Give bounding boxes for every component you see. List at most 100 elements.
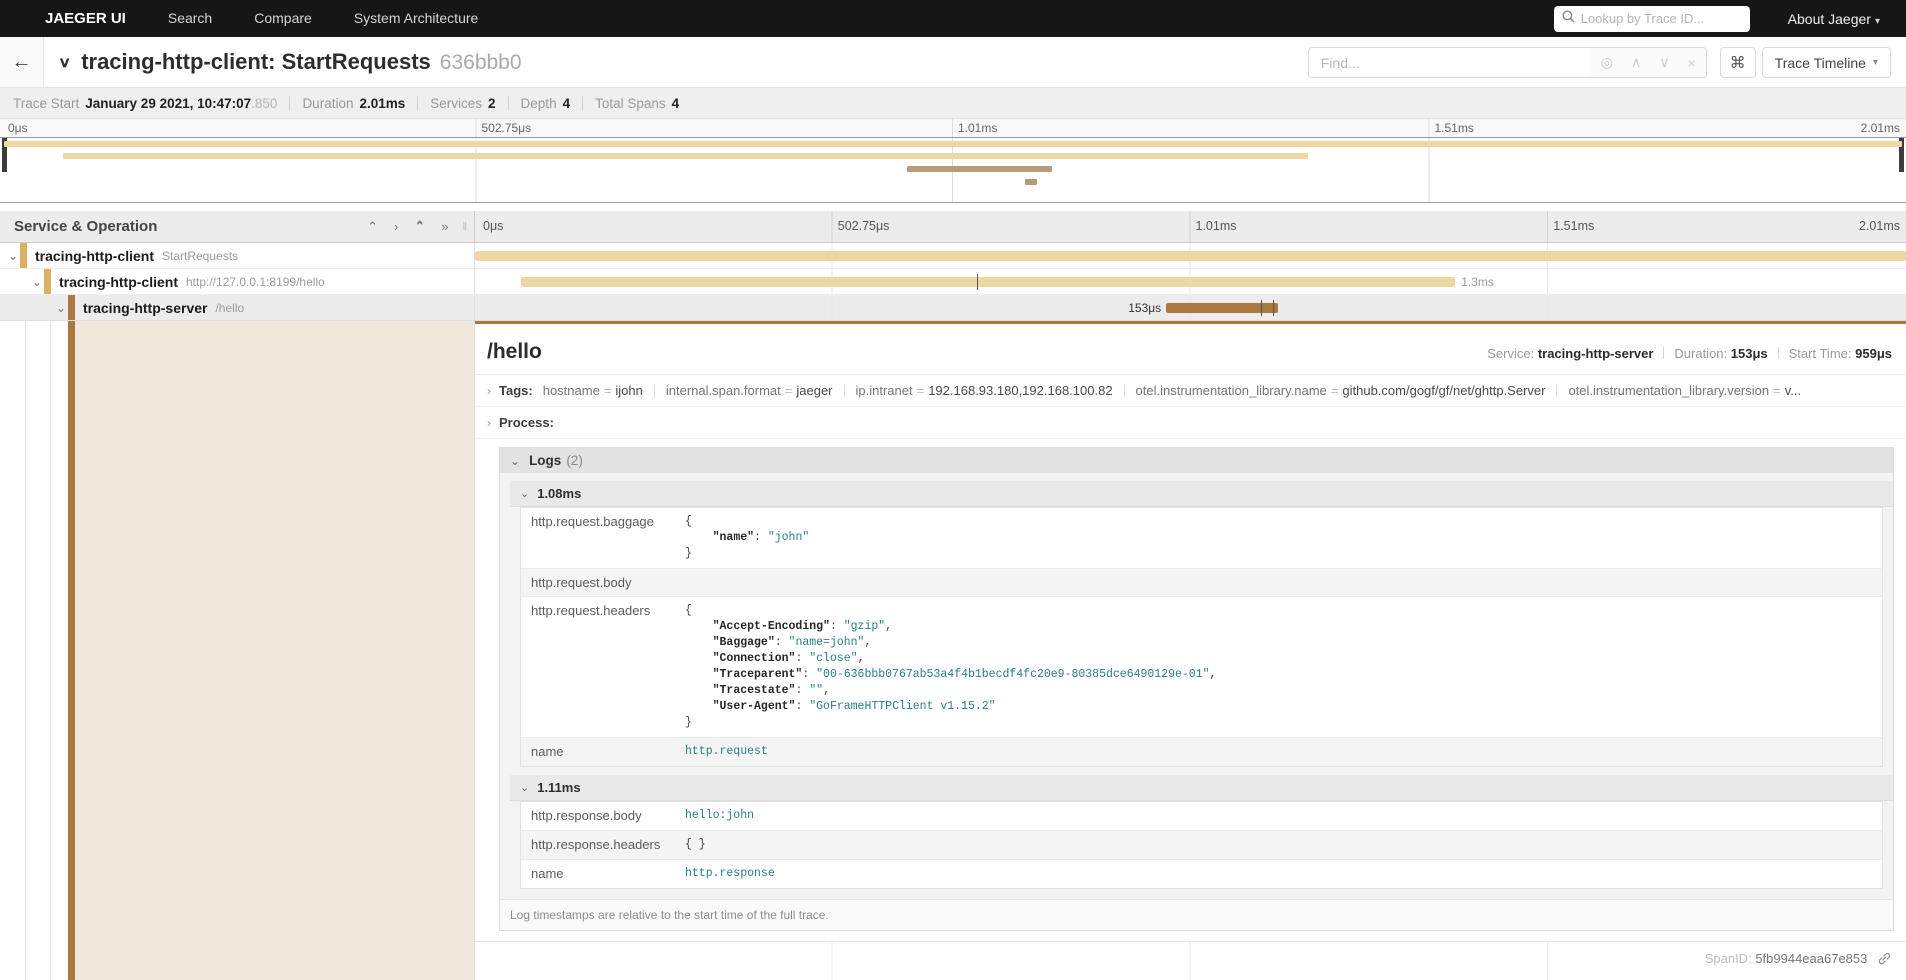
minimap-canvas[interactable] (0, 137, 1906, 203)
collapse-one-icon[interactable]: ⌃︎ (367, 219, 378, 235)
span-service-name: tracing-http-server (83, 300, 207, 316)
span-log-marker (1261, 300, 1262, 316)
span-duration-label: 1.3ms (1461, 275, 1494, 289)
span-row[interactable]: ⌄ tracing-http-server/hello 153μs (0, 295, 1906, 321)
span-detail-row: /hello Service: tracing-http-serverDurat… (0, 321, 1906, 980)
chevron-right-icon: › (487, 384, 491, 398)
log-field-key: http.response.body (521, 802, 681, 830)
time-tick-label: 2.01ms (1861, 121, 1900, 135)
json-key: "Accept-Encoding" (713, 620, 830, 633)
chevron-down-icon[interactable]: ⌄ (30, 275, 44, 289)
log-entry: ⌄1.11mshttp.response.bodyhello:johnhttp.… (500, 775, 1893, 889)
clear-find-icon[interactable]: × (1687, 55, 1695, 71)
tag-equals: = (1331, 383, 1339, 398)
trace-id-input[interactable] (1581, 11, 1742, 26)
span-id-value: 5fb9944eaa67e853 (1755, 951, 1867, 966)
summary-item: Duration2.01ms (302, 96, 405, 111)
prev-match-icon[interactable]: ∧ (1631, 54, 1641, 71)
summary-item: Total Spans 4 (595, 96, 679, 111)
nav-item-search[interactable]: Search (168, 10, 212, 26)
chevron-down-icon: ▾ (1873, 57, 1878, 68)
nav-item-system-architecture[interactable]: System Architecture (354, 10, 479, 26)
service-operation-header: Service & Operation (14, 218, 351, 235)
nav-items: Search Compare System Architecture (126, 10, 1554, 28)
tag-key: hostname (543, 383, 600, 398)
span-row[interactable]: ⌄tracing-http-clienthttp://127.0.0.1:819… (0, 269, 1906, 295)
span-meta: Service: tracing-http-serverDuration: 15… (1487, 346, 1892, 361)
summary-item: Services 2 (430, 96, 495, 111)
logs-footer-note: Log timestamps are relative to the start… (500, 899, 1893, 930)
selected-span-fill (75, 321, 474, 980)
minimap-span-bar (63, 153, 1308, 159)
top-nav: JAEGER UI Search Compare System Architectu… (0, 0, 1906, 37)
span-operation-title: /hello (487, 340, 542, 364)
span-id-row: SpanID: 5fb9944eaa67e853 (475, 942, 1906, 975)
span-duration-bar[interactable] (475, 251, 1906, 261)
search-icon (1562, 10, 1575, 28)
tag-value: jaeger (796, 383, 832, 398)
time-tick-label: 0μs (8, 121, 28, 135)
log-field-key: http.response.headers (521, 831, 681, 859)
span-operation-name: /hello (215, 301, 244, 315)
span-service-name: tracing-http-client (59, 274, 178, 290)
span-name-cell[interactable]: ⌄tracing-http-clientStartRequests (0, 243, 475, 268)
span-operation-name: StartRequests (162, 249, 238, 263)
log-field-value: { } (681, 831, 1882, 859)
about-jaeger-menu[interactable]: About Jaeger▾ (1788, 11, 1880, 27)
tag-divider (844, 384, 845, 398)
span-name-cell[interactable]: ⌄tracing-http-clienthttp://127.0.0.1:819… (0, 269, 475, 294)
expand-all-icon[interactable]: » (441, 219, 448, 234)
column-resizer-handle[interactable]: ‖ (462, 221, 468, 233)
log-field-value: { "Accept-Encoding": "gzip", "Baggage": … (681, 597, 1882, 737)
minimap-span-bar (1025, 179, 1036, 185)
json-key: "Traceparent" (713, 668, 803, 681)
chevron-down-icon[interactable]: ⌄ (6, 249, 20, 263)
log-field-key: http.request.headers (521, 597, 681, 737)
logs-accordion[interactable]: ⌄ Logs(2) (500, 448, 1893, 473)
keyboard-shortcuts-button[interactable]: ⌘ (1720, 47, 1756, 78)
back-button[interactable]: ← (0, 37, 44, 87)
next-match-icon[interactable]: ∨ (1659, 54, 1669, 71)
chevron-down-icon[interactable]: ⌄ (54, 301, 68, 315)
expand-one-icon[interactable]: › (394, 219, 398, 234)
nav-item-compare[interactable]: Compare (254, 10, 312, 26)
timeline-ticks: 0μs502.75μs1.01ms1.51ms2.01ms (475, 211, 1906, 242)
copy-link-icon[interactable] (1877, 951, 1892, 966)
collapse-trace-chevron-icon[interactable]: ∨ (58, 54, 71, 71)
chevron-right-icon: › (487, 416, 491, 430)
span-color-accent (20, 243, 27, 268)
summary-value: 2 (488, 96, 496, 111)
trace-summary-bar: Trace StartJanuary 29 2021, 10:47:07.850… (0, 88, 1906, 119)
tag-equals: = (785, 383, 793, 398)
summary-label: Total Spans (595, 96, 666, 111)
json-string: "00-636bbb0767ab53a4f4b1becdf4fc20e9-803… (816, 668, 1209, 681)
jaeger-logo[interactable]: JAEGER UI (45, 10, 126, 27)
log-entry-header[interactable]: ⌄1.08ms (510, 481, 1893, 507)
collapse-all-icon[interactable]: ⌃⌃ (414, 224, 425, 229)
tag-divider (1556, 384, 1557, 398)
tag-key: ip.intranet (856, 383, 913, 398)
trace-id-search[interactable] (1554, 6, 1750, 32)
span-detail-card: /hello Service: tracing-http-serverDurat… (475, 321, 1906, 942)
focus-match-icon[interactable]: ◎ (1601, 54, 1613, 71)
span-name-cell[interactable]: ⌄ tracing-http-server/hello (0, 295, 475, 320)
summary-value: 4 (672, 96, 680, 111)
logs-section: ⌄ Logs(2) ⌄1.08mshttp.request.baggage{ "… (499, 447, 1894, 931)
span-bar-cell[interactable] (475, 243, 1906, 268)
span-color-accent (68, 295, 75, 320)
summary-label: Duration (302, 96, 353, 111)
span-bar-cell[interactable]: 1.3ms (475, 269, 1906, 294)
trace-view-selector[interactable]: Trace Timeline▾ (1762, 47, 1891, 78)
find-input[interactable] (1309, 48, 1591, 77)
span-bar-cell[interactable]: 153μs (475, 295, 1906, 320)
summary-label: Services (430, 96, 482, 111)
log-entry-header[interactable]: ⌄1.11ms (510, 775, 1893, 801)
time-tick-label: 2.01ms (1859, 219, 1900, 233)
process-accordion[interactable]: › Process: (475, 407, 1906, 439)
span-row[interactable]: ⌄tracing-http-clientStartRequests (0, 243, 1906, 269)
find-group: ◎ ∧ ∨ × (1308, 47, 1707, 78)
tags-accordion[interactable]: › Tags: hostname=ijohninternal.span.form… (475, 375, 1906, 407)
span-duration-bar[interactable] (521, 277, 1455, 287)
find-controls: ◎ ∧ ∨ × (1591, 48, 1706, 77)
json-key: "name" (713, 531, 754, 544)
